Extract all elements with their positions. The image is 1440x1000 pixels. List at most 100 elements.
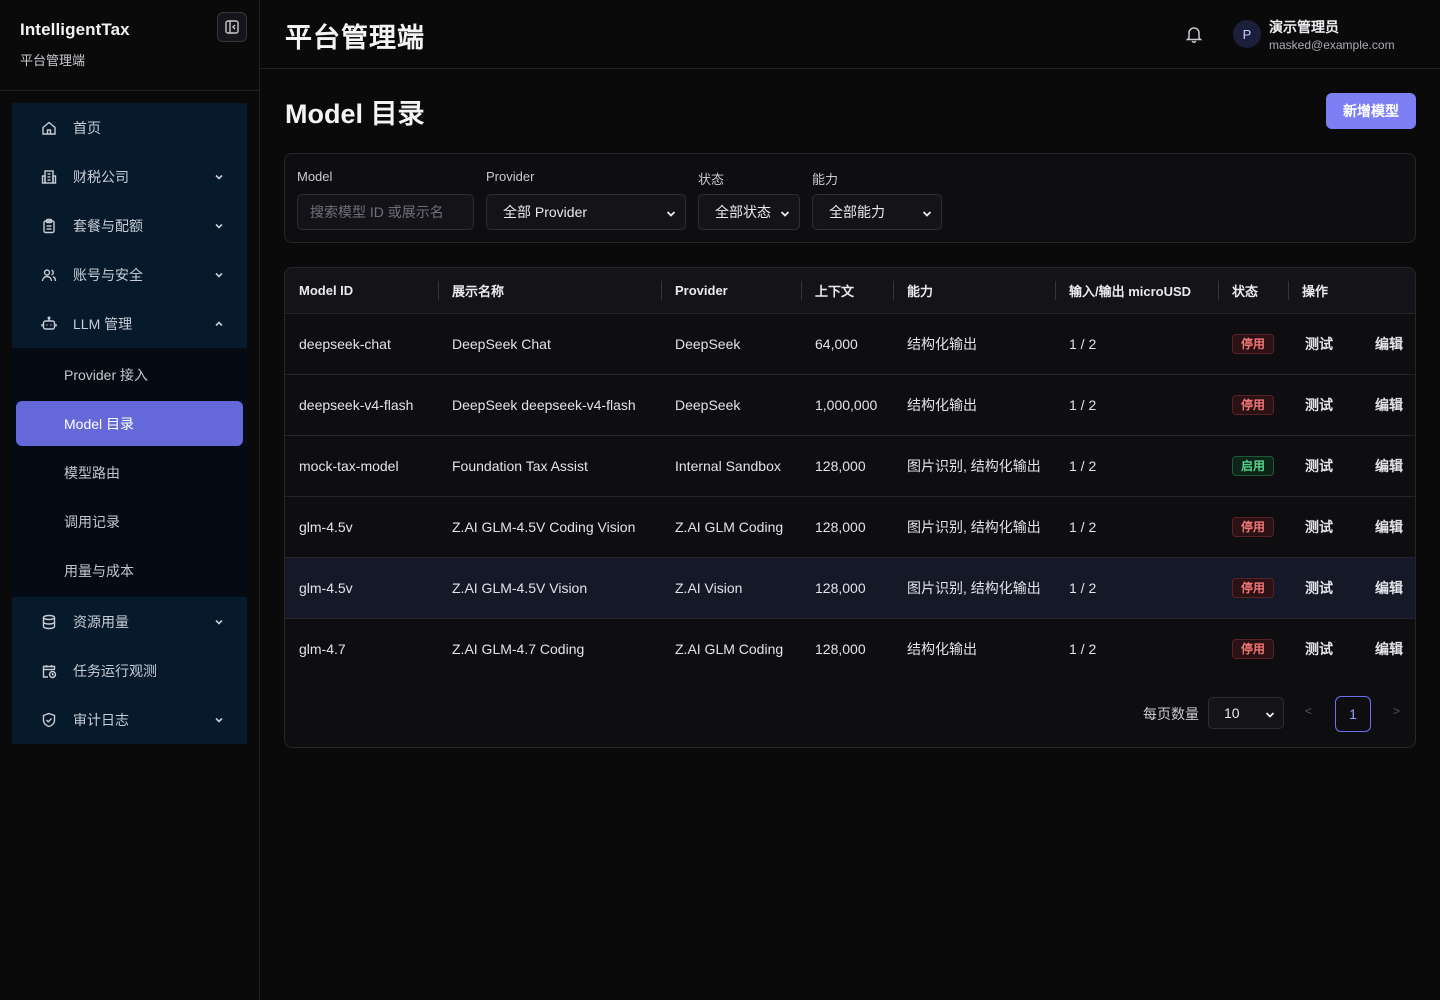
status-select[interactable]: 全部状态	[698, 194, 800, 230]
chevron-down-icon	[1264, 708, 1276, 720]
test-button[interactable]: 测试	[1305, 519, 1333, 535]
next-page-button[interactable]: >	[1393, 704, 1400, 718]
page-size-label: 每页数量	[1143, 706, 1199, 722]
test-button[interactable]: 测试	[1305, 580, 1333, 596]
sidebar-item-usage-cost[interactable]: 用量与成本	[16, 548, 243, 593]
sidebar-item-label: 任务运行观测	[73, 662, 157, 679]
provider-cell: DeepSeek	[675, 396, 741, 413]
capability-select[interactable]: 全部能力	[812, 194, 942, 230]
display-name-cell: Foundation Tax Assist	[452, 457, 588, 474]
sidebar-item-plans-quotas[interactable]: 套餐与配额	[12, 201, 247, 250]
page-number-button[interactable]: 1	[1335, 696, 1371, 732]
display-name-cell: Z.AI GLM-4.5V Coding Vision	[452, 518, 636, 535]
model-id-cell: glm-4.5v	[299, 518, 353, 535]
sidebar-item-label: 套餐与配额	[73, 217, 143, 234]
actions-cell: 测试 编辑	[1288, 435, 1415, 496]
bot-icon	[40, 315, 58, 333]
capability-cell: 图片识别, 结构化输出	[907, 518, 1041, 535]
table-row: glm-4.5v Z.AI GLM-4.5V Vision Z.AI Vision 1…	[285, 557, 1415, 618]
io-price-cell: 1 / 2	[1069, 335, 1097, 352]
table-row: deepseek-v4-flash DeepSeek deepseek-v4-fl…	[285, 374, 1415, 435]
column-header: 操作	[1288, 268, 1415, 313]
sidebar-item-label: LLM 管理	[73, 315, 133, 332]
sidebar-collapse-icon	[225, 20, 239, 34]
notifications-button[interactable]	[1184, 24, 1204, 44]
capability-cell: 结构化输出	[907, 640, 977, 657]
sidebar-item-model-routing[interactable]: 模型路由	[16, 450, 243, 495]
actions-cell: 测试 编辑	[1288, 557, 1415, 618]
model-id-cell: mock-tax-model	[299, 457, 399, 474]
edit-button[interactable]: 编辑	[1375, 397, 1403, 413]
brand-title: IntelligentTax	[20, 20, 130, 39]
column-header[interactable]: 上下文	[801, 268, 893, 313]
sidebar-item-label: 资源用量	[73, 613, 129, 630]
status-badge: 停用	[1232, 394, 1275, 415]
model-id-cell: glm-4.7	[299, 640, 346, 657]
sidebar-item-llm-management[interactable]: LLM 管理	[12, 299, 247, 348]
status-badge: 停用	[1232, 577, 1275, 598]
column-header[interactable]: 展示名称	[438, 268, 661, 313]
test-button[interactable]: 测试	[1305, 336, 1333, 352]
provider-cell: Z.AI Vision	[675, 579, 743, 596]
status-cell: 启用	[1218, 435, 1288, 496]
sidebar-item-accounts-security[interactable]: 账号与安全	[12, 250, 247, 299]
provider-filter-label: Provider	[486, 169, 535, 184]
provider-cell: Z.AI GLM Coding	[675, 640, 784, 657]
sidebar-item-call-logs[interactable]: 调用记录	[16, 499, 243, 544]
provider-cell: Internal Sandbox	[675, 457, 781, 474]
capability-cell: 图片识别, 结构化输出	[907, 579, 1041, 596]
chevron-down-icon	[213, 269, 225, 281]
io-price-cell: 1 / 2	[1069, 579, 1097, 596]
app-title: 平台管理端	[285, 23, 425, 53]
sidebar-item-model-catalog[interactable]: Model 目录	[16, 401, 243, 446]
capability-cell: 结构化输出	[907, 335, 977, 352]
sidebar-item-resource-usage[interactable]: 资源用量	[12, 597, 247, 646]
sidebar-item-audit-log[interactable]: 审计日志	[12, 695, 247, 744]
provider-select[interactable]: 全部 Provider	[486, 194, 686, 230]
collapse-sidebar-button[interactable]	[217, 12, 247, 42]
table-row: glm-4.7 Z.AI GLM-4.7 Coding Z.AI GLM Codin…	[285, 618, 1415, 679]
model-id-cell: deepseek-v4-flash	[299, 396, 414, 413]
model-search-input[interactable]: 搜索模型 ID 或展示名	[297, 194, 474, 230]
status-cell: 停用	[1218, 374, 1288, 435]
edit-button[interactable]: 编辑	[1375, 641, 1403, 657]
column-header[interactable]: 状态	[1218, 268, 1288, 313]
model-id-cell: deepseek-chat	[299, 335, 391, 352]
test-button[interactable]: 测试	[1305, 458, 1333, 474]
edit-button[interactable]: 编辑	[1375, 336, 1403, 352]
test-button[interactable]: 测试	[1305, 397, 1333, 413]
page-size-select[interactable]: 10	[1208, 697, 1284, 729]
add-model-button[interactable]: 新增模型	[1326, 93, 1416, 129]
filter-panel: Model 搜索模型 ID 或展示名 Provider 全部 Provider …	[284, 153, 1416, 243]
provider-cell: Z.AI GLM Coding	[675, 518, 784, 535]
status-cell: 停用	[1218, 496, 1288, 557]
test-button[interactable]: 测试	[1305, 641, 1333, 657]
user-email: masked@example.com	[1269, 38, 1395, 52]
display-name-cell: DeepSeek Chat	[452, 335, 551, 352]
previous-page-button[interactable]: <	[1305, 704, 1312, 718]
chevron-up-icon	[213, 318, 225, 330]
column-header[interactable]: 能力	[893, 268, 1055, 313]
table-header-row: Model ID 展示名称 Provider 上下文 能力 输入/输出 micr…	[285, 268, 1415, 313]
status-filter-label: 状态	[698, 172, 725, 187]
sidebar-item-task-monitoring[interactable]: 任务运行观测	[12, 646, 247, 695]
sidebar-item-home[interactable]: 首页	[12, 103, 247, 152]
status-cell: 停用	[1218, 618, 1288, 679]
column-header[interactable]: Provider	[661, 268, 801, 313]
database-icon	[40, 613, 58, 631]
sidebar-item-tax-companies[interactable]: 财税公司	[12, 152, 247, 201]
page-size-value: 10	[1224, 705, 1240, 721]
edit-button[interactable]: 编辑	[1375, 580, 1403, 596]
user-name: 演示管理员	[1269, 19, 1339, 35]
avatar[interactable]: P	[1233, 20, 1261, 48]
edit-button[interactable]: 编辑	[1375, 458, 1403, 474]
display-name-cell: DeepSeek deepseek-v4-flash	[452, 396, 636, 413]
sidebar-item-provider-access[interactable]: Provider 接入	[16, 352, 243, 397]
edit-button[interactable]: 编辑	[1375, 519, 1403, 535]
column-header[interactable]: 输入/输出 microUSD	[1055, 268, 1218, 313]
llm-submenu: Provider 接入 Model 目录 模型路由 调用记录 用量与成本	[12, 348, 247, 597]
calendar-clock-icon	[40, 662, 58, 680]
chevron-down-icon	[921, 207, 933, 219]
column-header[interactable]: Model ID	[285, 268, 438, 313]
model-filter-label: Model	[297, 169, 333, 184]
